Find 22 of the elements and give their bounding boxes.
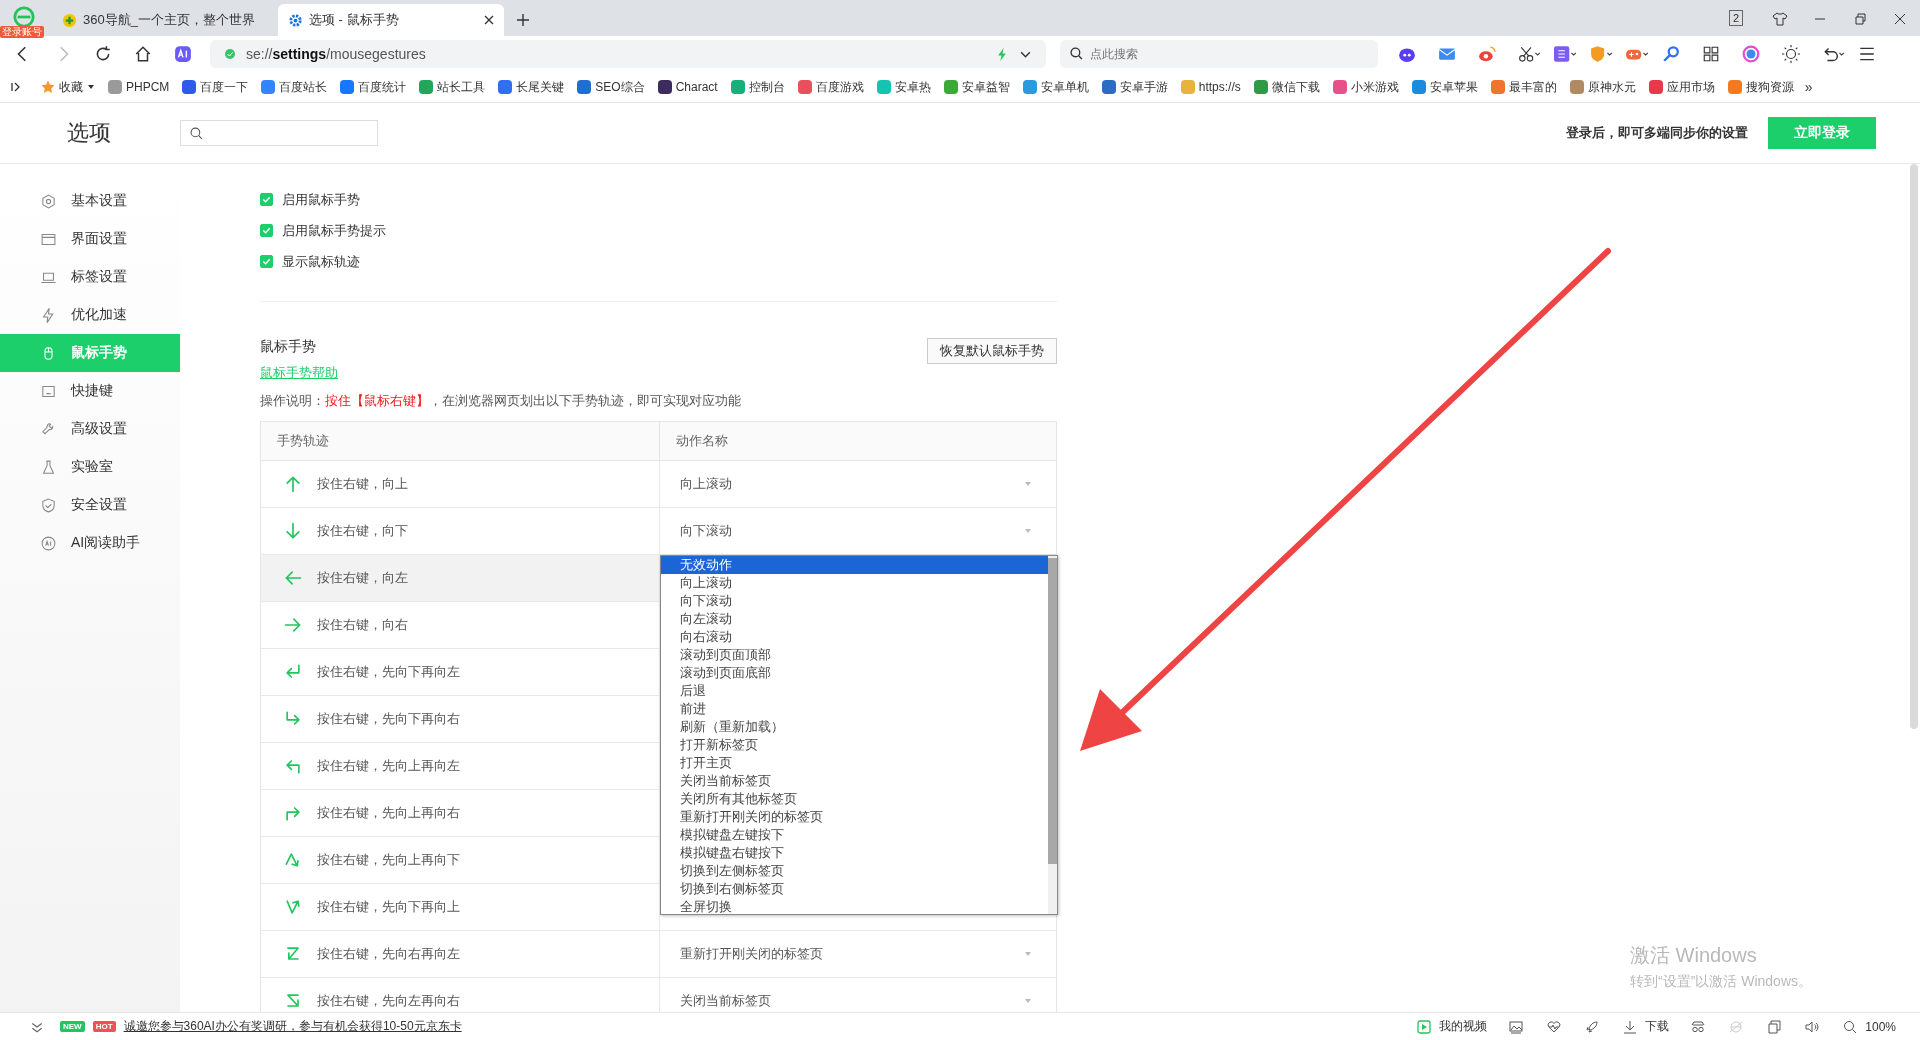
tag-badge: NEW [60, 1021, 85, 1032]
gesture-label: 按住右键，先向右再向左 [317, 945, 460, 963]
gesture-label: 按住右键，向右 [317, 616, 408, 634]
gesture-label: 按住右键，先向下再向左 [317, 663, 460, 681]
login-hint: 登录后，即可多端同步你的设置 [1566, 124, 1748, 142]
section-title: 鼠标手势 [260, 338, 317, 356]
column-header: 动作名称 [675, 432, 728, 450]
gesture-label: 按住右键，先向上再向右 [317, 804, 460, 822]
gesture-label: 按住右键，向下 [317, 522, 408, 540]
gesture-label: 按住右键，先向上再向左 [317, 757, 460, 775]
gesture-label: 按住右键，先向左再向右 [317, 992, 460, 1010]
gesture-label: 按住右键，先向下再向上 [317, 898, 460, 916]
gesture-label: 按住右键，向左 [317, 569, 408, 587]
page-title: 选项 [66, 119, 112, 147]
activation-watermark-title: 激活 Windows [1630, 943, 1758, 968]
column-header: 手势轨迹 [261, 422, 660, 460]
activation-watermark-text: 转到“设置”以激活 Windows。 [1630, 973, 1812, 991]
gesture-label: 按住右键，向上 [317, 475, 408, 493]
gesture-label: 按住右键，先向下再向右 [317, 710, 460, 728]
tag-badge: HOT [92, 1021, 116, 1032]
gesture-label: 按住右键，先向上再向下 [317, 851, 460, 869]
instruction-text: 操作说明：按住【鼠标右键】，在浏览器网页划出以下手势轨迹，即可实现对应功能 [260, 392, 742, 410]
